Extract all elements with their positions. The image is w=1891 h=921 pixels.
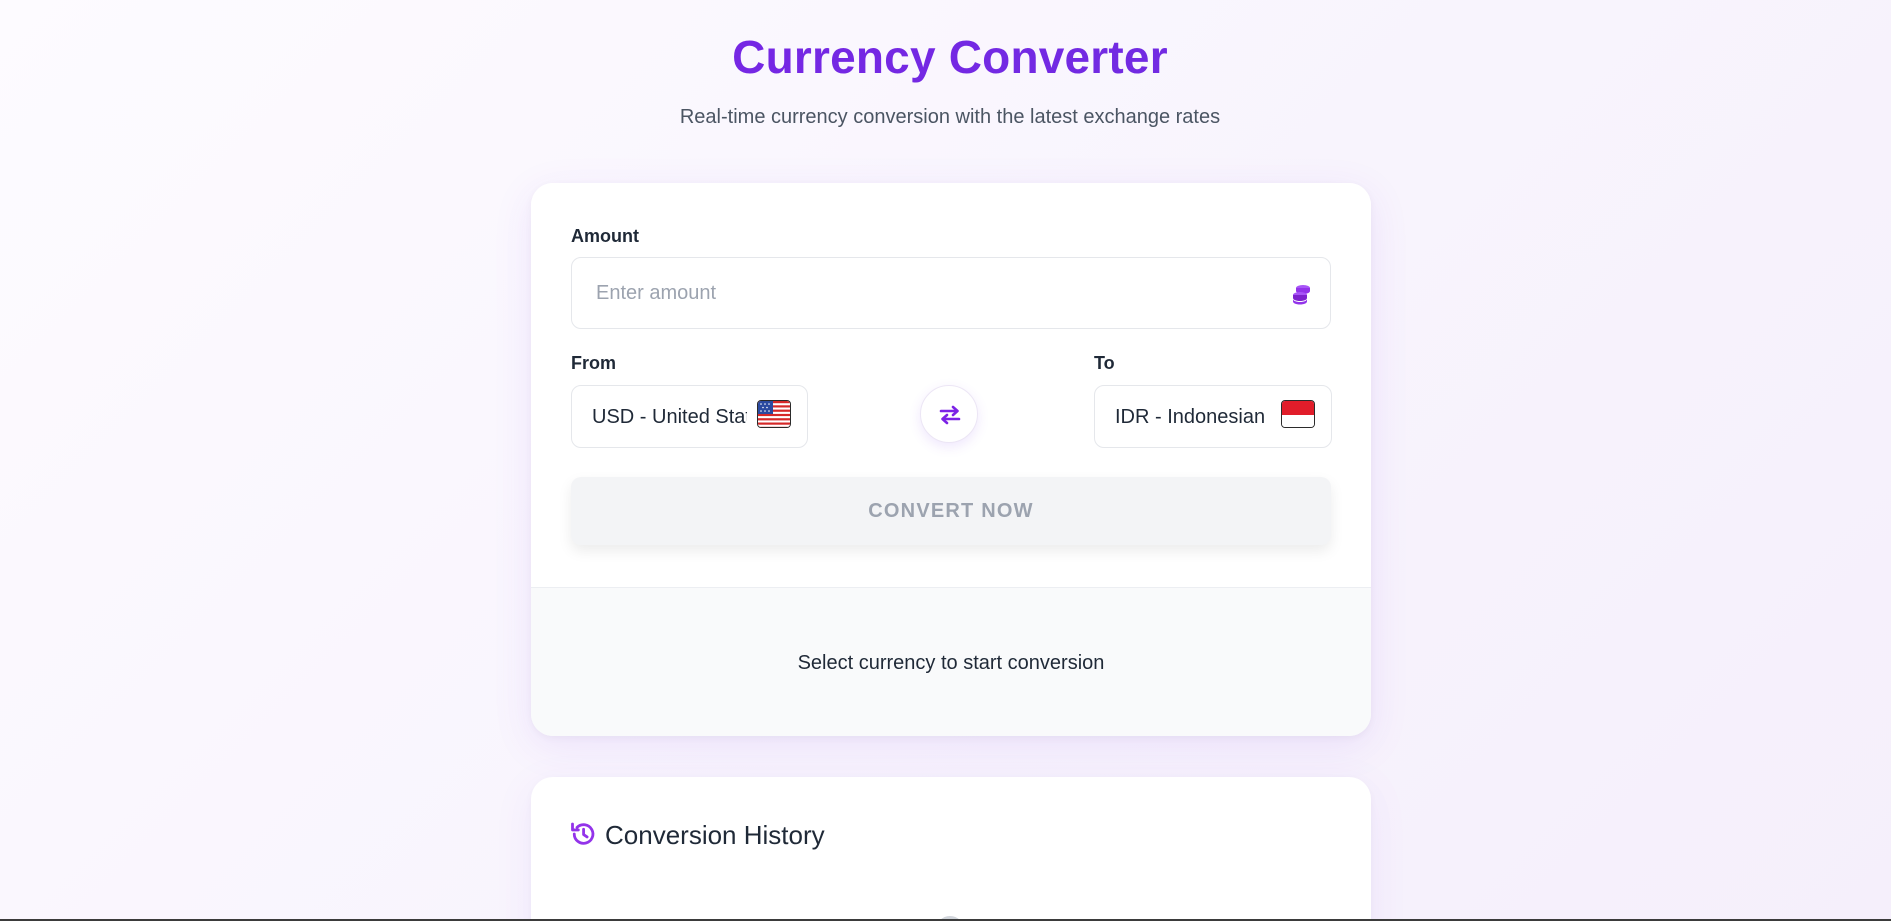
from-label: From (571, 353, 616, 373)
amount-label: Amount (571, 226, 639, 246)
us-flag-icon (757, 400, 791, 428)
page-title: Currency Converter (0, 30, 1891, 84)
coins-icon (1293, 285, 1310, 305)
conversion-history-card: Conversion History (531, 777, 1371, 921)
swap-arrows-icon (939, 405, 961, 425)
currency-converter-page: Currency Converter Real-time currency co… (0, 0, 1891, 921)
converter-form: Amount From USD - United States Dollar (531, 183, 1371, 588)
convert-now-button[interactable]: CONVERT NOW (571, 477, 1331, 545)
to-currency-select[interactable]: IDR - Indonesian Rupiah (1094, 385, 1332, 448)
history-icon (571, 822, 595, 845)
result-message: Select currency to start conversion (797, 652, 1105, 674)
to-currency-value: IDR - Indonesian Rupiah (1115, 406, 1270, 428)
from-currency-value: USD - United States Dollar (592, 406, 747, 428)
from-currency-select[interactable]: USD - United States Dollar (571, 385, 808, 448)
id-flag-icon (1281, 400, 1315, 428)
to-label: To (1094, 353, 1115, 373)
page-subtitle: Real-time currency conversion with the l… (679, 106, 1221, 128)
swap-currencies-button[interactable] (920, 385, 978, 443)
converter-card: Amount From USD - United States Dollar (531, 183, 1371, 736)
amount-input[interactable] (571, 257, 1331, 329)
history-title: Conversion History (605, 820, 825, 850)
result-panel: Select currency to start conversion (531, 588, 1371, 736)
